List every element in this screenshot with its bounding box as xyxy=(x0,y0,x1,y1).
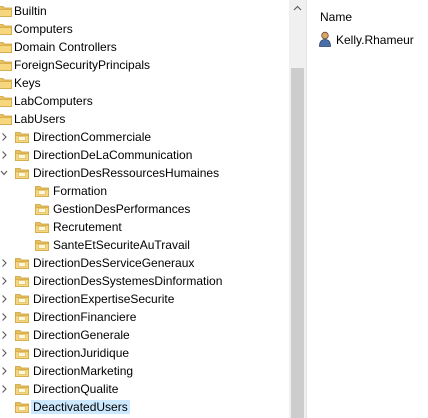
folder-icon xyxy=(15,366,29,377)
chevron-right-icon[interactable] xyxy=(0,384,8,394)
tree-vertical-scrollbar[interactable] xyxy=(289,0,306,418)
folder-icon xyxy=(0,42,12,53)
tree-item[interactable]: Formation xyxy=(0,182,289,200)
folder-icon xyxy=(35,240,49,251)
folder-icon xyxy=(15,132,29,143)
tree-item[interactable]: ForeignSecurityPrincipals xyxy=(0,56,289,74)
tree-item[interactable]: Domain Controllers xyxy=(0,38,289,56)
tree-pane: Builtin Computers Domain Controllers Foreig… xyxy=(0,0,289,418)
folder-icon xyxy=(0,24,12,35)
folder-icon xyxy=(0,114,12,125)
tree-item[interactable]: DirectionQualite xyxy=(0,380,289,398)
details-pane: Name Kelly.Rhameur xyxy=(312,0,428,418)
tree-item[interactable]: DirectionDeLaCommunication xyxy=(0,146,289,164)
folder-icon xyxy=(15,150,29,161)
folder-icon xyxy=(35,222,49,233)
list-item-label: Kelly.Rhameur xyxy=(336,33,414,47)
folder-icon xyxy=(15,330,29,341)
tree-item[interactable]: DirectionDesRessourcesHumaines xyxy=(0,164,289,182)
tree-item-label: GestionDesPerformances xyxy=(53,202,191,216)
chevron-right-icon[interactable] xyxy=(0,258,8,268)
folder-icon xyxy=(0,96,12,107)
folder-icon xyxy=(15,384,29,395)
tree-item-label: LabComputers xyxy=(14,94,93,108)
chevron-right-icon[interactable] xyxy=(0,366,8,376)
tree-item[interactable]: LabUsers xyxy=(0,110,289,128)
folder-icon xyxy=(15,294,29,305)
tree-item-label: Formation xyxy=(53,184,108,198)
chevron-right-icon[interactable] xyxy=(0,276,8,286)
tree-item-label: Keys xyxy=(14,76,41,90)
tree-item[interactable]: GestionDesPerformances xyxy=(0,200,289,218)
chevron-down-icon[interactable] xyxy=(0,168,8,178)
tree-item-label: DirectionQualite xyxy=(33,382,119,396)
tree-item-label: LabUsers xyxy=(14,112,66,126)
tree-item[interactable]: LabComputers xyxy=(0,92,289,110)
scrollbar-thumb[interactable] xyxy=(291,68,304,418)
tree-item[interactable]: Builtin xyxy=(0,2,289,20)
tree-item[interactable]: DirectionDesSystemesDinformation xyxy=(0,272,289,290)
tree-item[interactable]: DirectionDesServiceGeneraux xyxy=(0,254,289,272)
chevron-right-icon[interactable] xyxy=(0,312,8,322)
tree-item[interactable]: DirectionExpertiseSecurite xyxy=(0,290,289,308)
tree-item-label: DirectionJuridique xyxy=(33,346,130,360)
folder-icon xyxy=(15,168,29,179)
tree-item-label: DirectionMarketing xyxy=(33,364,134,378)
tree-item-label: DirectionDeLaCommunication xyxy=(33,148,193,162)
list-item[interactable]: Kelly.Rhameur xyxy=(318,30,428,48)
tree-item[interactable]: Keys xyxy=(0,74,289,92)
tree-item-label: DirectionDesRessourcesHumaines xyxy=(33,166,220,180)
folder-icon xyxy=(15,312,29,323)
folder-icon xyxy=(15,348,29,359)
tree-item[interactable]: SanteEtSecuriteAuTravail xyxy=(0,236,289,254)
folder-icon xyxy=(0,6,12,17)
tree-item-label: Computers xyxy=(14,22,73,36)
tree-item[interactable]: DirectionMarketing xyxy=(0,362,289,380)
tree-item[interactable]: DeactivatedUsers xyxy=(0,398,289,416)
scroll-up-arrow-icon[interactable] xyxy=(289,0,306,17)
tree-item-label: DirectionDesSystemesDinformation xyxy=(33,274,223,288)
tree-item-label: DeactivatedUsers xyxy=(31,400,130,414)
chevron-right-icon[interactable] xyxy=(0,132,8,142)
tree-item-label: ForeignSecurityPrincipals xyxy=(14,58,151,72)
tree-item-label: Recrutement xyxy=(53,220,122,234)
tree-item[interactable]: Recrutement xyxy=(0,218,289,236)
tree-item-label: SanteEtSecuriteAuTravail xyxy=(53,238,190,252)
chevron-right-icon[interactable] xyxy=(0,294,8,304)
chevron-right-icon[interactable] xyxy=(0,348,8,358)
tree-item-label: DirectionDesServiceGeneraux xyxy=(33,256,195,270)
user-icon xyxy=(319,31,331,47)
tree-item-label: DirectionCommerciale xyxy=(33,130,152,144)
tree-item[interactable]: DirectionFinanciere xyxy=(0,308,289,326)
tree-item-label: DirectionFinanciere xyxy=(33,310,137,324)
tree-item[interactable]: DirectionCommerciale xyxy=(0,128,289,146)
tree-item-label: DirectionExpertiseSecurite xyxy=(33,292,175,306)
tree-item-label: DirectionGenerale xyxy=(33,328,130,342)
tree-item[interactable]: Computers xyxy=(0,20,289,38)
tree-item-label: Domain Controllers xyxy=(14,40,117,54)
column-header-name[interactable]: Name xyxy=(312,0,428,24)
folder-icon xyxy=(0,60,12,71)
chevron-right-icon[interactable] xyxy=(0,150,8,160)
folder-icon xyxy=(15,258,29,269)
folder-icon xyxy=(15,402,29,413)
tree-item[interactable]: DirectionJuridique xyxy=(0,344,289,362)
folder-icon xyxy=(0,78,12,89)
column-header-label: Name xyxy=(320,10,353,24)
folder-icon xyxy=(35,186,49,197)
tree-item-label: Builtin xyxy=(14,4,47,18)
folder-icon xyxy=(15,276,29,287)
chevron-right-icon[interactable] xyxy=(0,330,8,340)
folder-icon xyxy=(35,204,49,215)
tree-item[interactable]: DirectionGenerale xyxy=(0,326,289,344)
